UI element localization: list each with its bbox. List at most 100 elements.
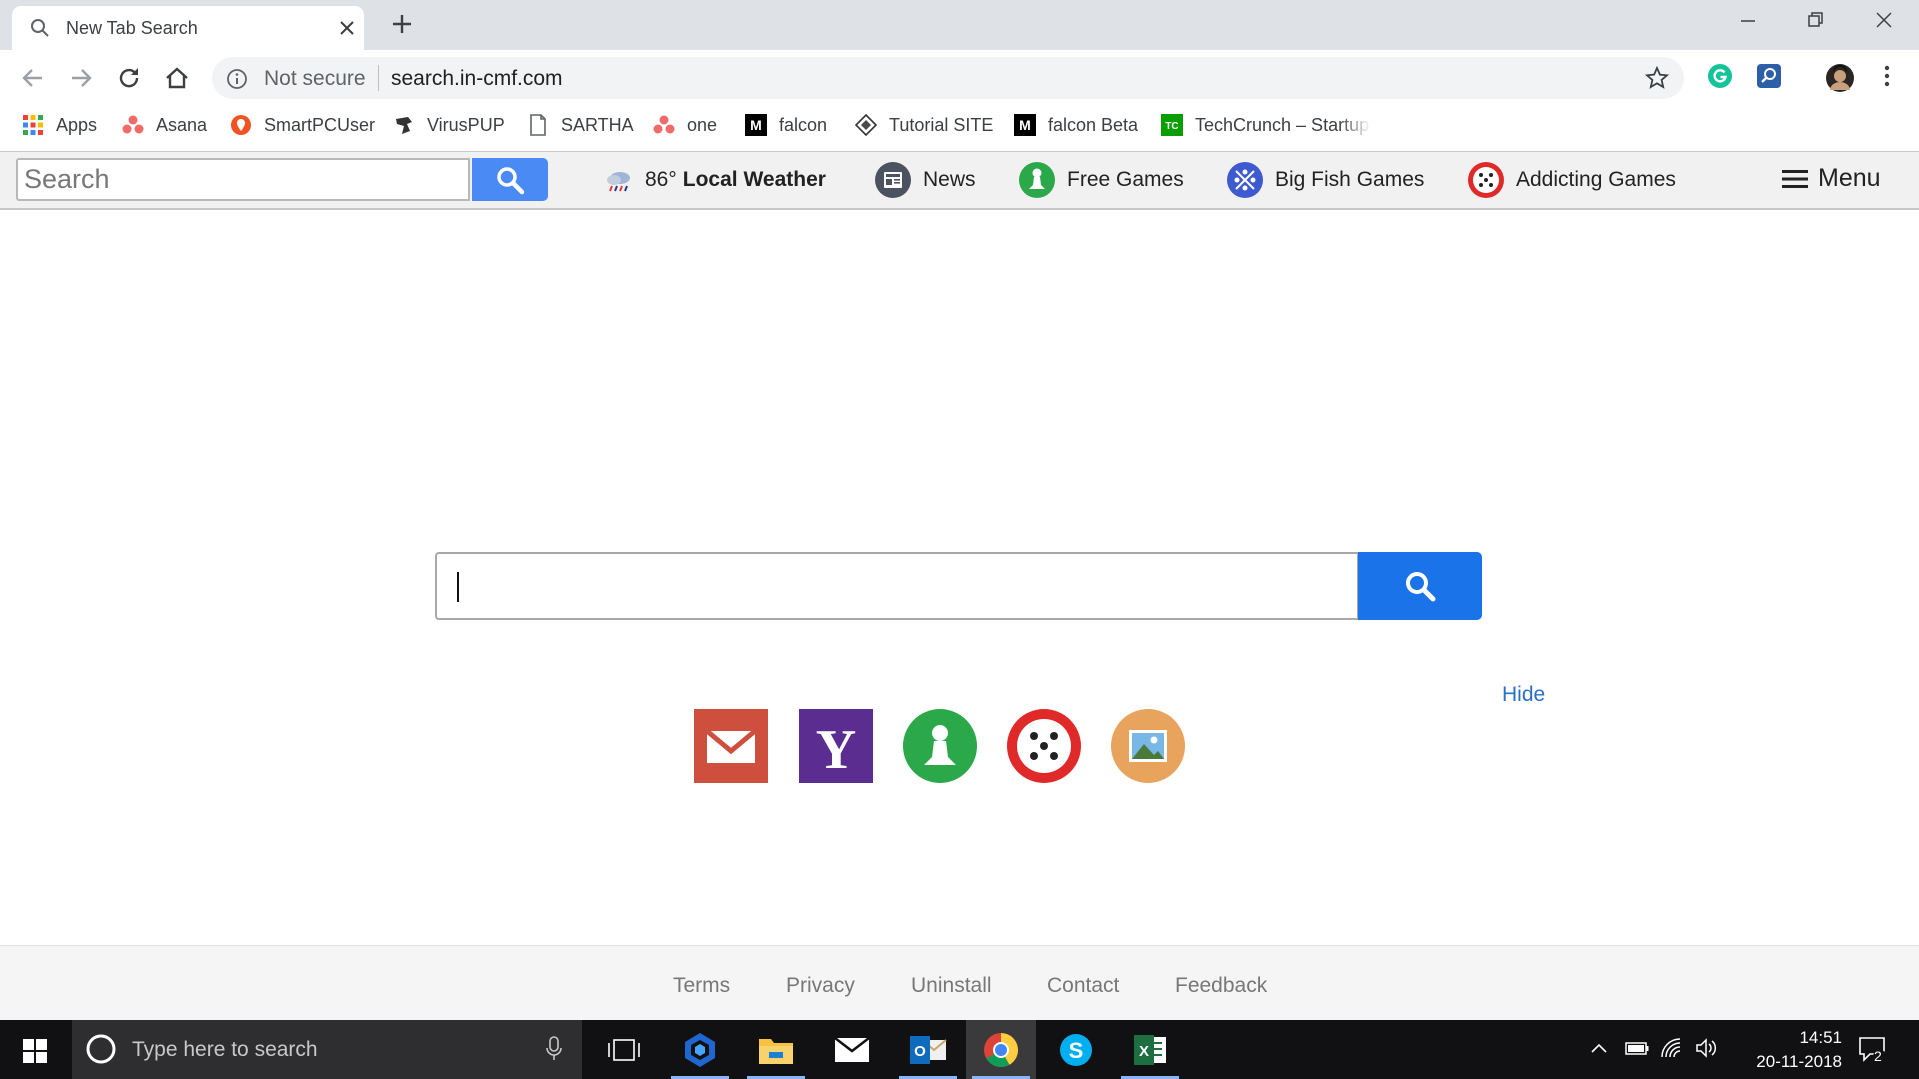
addicting-games-link[interactable]: Addicting Games — [1467, 160, 1676, 200]
bookmark-apps[interactable]: Apps — [22, 107, 97, 143]
profile-avatar[interactable] — [1825, 63, 1855, 93]
bookmark-asana[interactable]: Asana — [122, 107, 207, 143]
task-view-icon[interactable] — [589, 1020, 659, 1079]
search-icon — [1403, 569, 1437, 603]
file-explorer-icon[interactable] — [741, 1020, 811, 1079]
windows-taskbar: Type here to search O S X 14:51 20-11-20… — [0, 1020, 1919, 1079]
local-weather-link[interactable]: 86° Local Weather — [604, 160, 826, 200]
text-caret — [457, 572, 459, 602]
tutorial-icon — [855, 114, 877, 136]
battery-icon[interactable] — [1624, 1038, 1650, 1058]
wifi-icon[interactable] — [1660, 1038, 1682, 1058]
page-icon — [527, 114, 549, 136]
bookmark-falcon[interactable]: M falcon — [745, 107, 827, 143]
svg-text:TC: TC — [1165, 121, 1178, 132]
bookmark-label: TechCrunch – Startup — [1195, 114, 1370, 135]
news-link[interactable]: News — [874, 160, 976, 200]
volume-icon[interactable] — [1695, 1038, 1719, 1058]
bookmark-label: Apps — [56, 114, 98, 135]
back-icon[interactable] — [20, 65, 46, 91]
reload-icon[interactable] — [116, 65, 142, 91]
gmail-icon[interactable] — [694, 709, 768, 783]
bookmark-falcon-beta[interactable]: M falcon Beta — [1014, 107, 1138, 143]
bookmark-viruspup[interactable]: VirusPUP — [393, 107, 505, 143]
privacy-link[interactable]: Privacy — [786, 974, 855, 998]
taskbar-app-launcher[interactable] — [665, 1020, 735, 1079]
bookmark-label: Asana — [156, 114, 208, 135]
contact-link[interactable]: Contact — [1047, 974, 1119, 998]
menu-label: Menu — [1818, 164, 1881, 192]
feedback-link[interactable]: Feedback — [1175, 974, 1267, 998]
yahoo-icon[interactable]: Y — [799, 709, 873, 783]
medium-icon: M — [1014, 114, 1036, 136]
home-icon[interactable] — [164, 65, 190, 91]
chrome-menu-icon[interactable] — [1878, 63, 1896, 89]
hide-link[interactable]: Hide — [1502, 683, 1545, 707]
new-tab-icon[interactable] — [391, 13, 413, 35]
site-nav-bar: 86° Local Weather News Free Games Big Fi… — [0, 152, 1919, 210]
svg-text:M: M — [750, 117, 762, 133]
cortana-icon — [84, 1032, 118, 1066]
close-window-icon[interactable] — [1874, 10, 1894, 30]
info-icon[interactable] — [226, 68, 248, 90]
main-search-input[interactable] — [435, 552, 1359, 620]
pawn-icon — [1018, 161, 1056, 199]
news-icon — [874, 161, 912, 199]
restore-icon[interactable] — [1806, 10, 1826, 30]
taskbar-search-box[interactable]: Type here to search — [72, 1020, 582, 1079]
apps-grid-icon — [22, 114, 44, 136]
tab-strip: New Tab Search — [0, 0, 1919, 50]
svg-text:M: M — [1019, 117, 1031, 133]
bookmark-star-icon[interactable] — [1645, 66, 1669, 90]
site-search-input[interactable] — [16, 158, 470, 201]
big-fish-games-label: Big Fish Games — [1275, 168, 1425, 191]
main-search-button[interactable] — [1358, 552, 1482, 620]
minimize-icon[interactable] — [1738, 10, 1758, 30]
mail-icon[interactable] — [817, 1020, 887, 1079]
bookmark-smartpcuser[interactable]: SmartPCUser — [230, 107, 375, 143]
free-games-icon[interactable] — [903, 709, 977, 783]
microphone-icon[interactable] — [546, 1036, 562, 1062]
techcrunch-icon: TC — [1161, 114, 1183, 136]
notification-center-icon[interactable]: 2 — [1858, 1035, 1888, 1065]
bookmark-techcrunch[interactable]: TC TechCrunch – Startup — [1161, 107, 1371, 143]
browser-tab[interactable]: New Tab Search — [12, 6, 364, 50]
image-icon[interactable] — [1111, 709, 1185, 783]
free-games-label: Free Games — [1067, 168, 1184, 191]
site-search-button[interactable] — [472, 158, 548, 201]
terms-link[interactable]: Terms — [673, 974, 730, 998]
grammarly-extension-icon[interactable] — [1707, 63, 1733, 89]
excel-icon[interactable]: X — [1115, 1020, 1185, 1079]
uninstall-link[interactable]: Uninstall — [911, 974, 992, 998]
clock-time: 14:51 — [1799, 1028, 1842, 1047]
menu-button[interactable]: Menu — [1782, 164, 1881, 193]
system-clock[interactable]: 14:51 20-11-2018 — [1722, 1026, 1842, 1074]
forward-icon[interactable] — [68, 65, 94, 91]
clock-date: 20-11-2018 — [1756, 1052, 1842, 1071]
bookmark-tutorial-site[interactable]: Tutorial SITE — [855, 107, 993, 143]
show-hidden-icons-chevron-icon[interactable] — [1589, 1038, 1609, 1058]
addicting-games-label: Addicting Games — [1516, 168, 1676, 191]
notification-count: 2 — [1874, 1048, 1882, 1064]
bookmark-one[interactable]: one — [653, 107, 717, 143]
close-tab-icon[interactable] — [338, 19, 356, 37]
browser-toolbar: Not secure search.in-cmf.com — [0, 50, 1919, 107]
outlook-icon[interactable]: O — [893, 1020, 963, 1079]
weather-label: Local Weather — [682, 168, 826, 191]
bookmark-label: falcon Beta — [1048, 114, 1139, 135]
security-label[interactable]: Not secure — [264, 67, 366, 91]
addicting-games-icon[interactable] — [1007, 709, 1081, 783]
smartpcuser-icon — [230, 114, 252, 136]
address-bar[interactable]: Not secure search.in-cmf.com — [212, 57, 1684, 99]
search-icon — [495, 165, 525, 195]
search-extension-icon[interactable] — [1756, 63, 1782, 89]
chrome-taskbar-icon[interactable] — [966, 1020, 1036, 1079]
big-fish-games-link[interactable]: Big Fish Games — [1226, 160, 1424, 200]
asana-icon — [653, 114, 675, 136]
bookmark-sartha[interactable]: SARTHA — [527, 107, 634, 143]
free-games-link[interactable]: Free Games — [1018, 160, 1184, 200]
tab-title: New Tab Search — [66, 18, 198, 38]
url-text[interactable]: search.in-cmf.com — [391, 67, 563, 91]
windows-start-icon[interactable] — [23, 1039, 47, 1063]
skype-icon[interactable]: S — [1041, 1020, 1111, 1079]
